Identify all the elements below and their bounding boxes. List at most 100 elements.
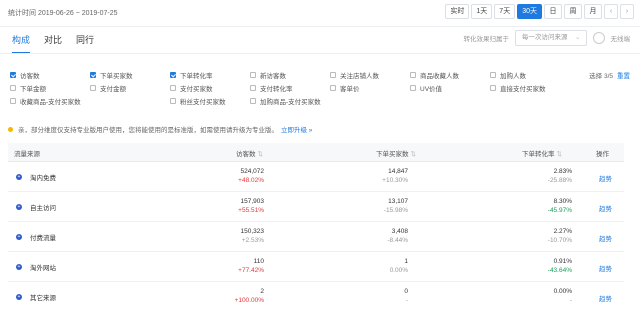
visitors-cell: 110 +77.42%	[238, 258, 264, 274]
reset-link[interactable]: 重置	[617, 73, 630, 80]
table-row: + 付费流量 150,323 +2.53% 3,408 -8.44% 2.27% -10…	[8, 222, 624, 252]
metric-direct-pay-buyers[interactable]: 直接支付买家数	[490, 83, 546, 93]
chevron-right-icon[interactable]: ›	[620, 4, 634, 19]
tab-peers[interactable]: 同行	[76, 33, 94, 54]
range-button-7day[interactable]: 7天	[494, 4, 516, 19]
range-button-1day[interactable]: 1天	[471, 4, 493, 19]
sort-icon: ⇅	[410, 151, 416, 158]
checkbox[interactable]	[410, 85, 416, 91]
checkbox[interactable]	[170, 85, 176, 91]
sort-icon: ⇅	[257, 151, 263, 158]
checkbox[interactable]	[170, 98, 176, 104]
attribution-select[interactable]: 每一次访问来源 ⌄	[515, 30, 587, 46]
expand-plus-icon[interactable]: +	[16, 294, 22, 300]
trend-link[interactable]: 趋势	[599, 233, 612, 243]
attribution-prefix: 转化效果归属于	[463, 36, 510, 43]
metric-order-amount[interactable]: 下单金额	[10, 83, 46, 93]
expand-plus-icon[interactable]: +	[16, 204, 22, 210]
checkbox[interactable]	[10, 72, 16, 78]
range-button-realtime[interactable]: 实时	[445, 4, 470, 19]
metric-pay-buyers[interactable]: 支付买家数	[170, 83, 213, 93]
visitors-cell: 524,072 +48.02%	[238, 168, 264, 184]
range-button-week[interactable]: 周	[564, 4, 582, 19]
warning-dot-icon	[8, 126, 13, 132]
date-range-label: 统计时间 2019-06-26 ~ 2019-07-25	[8, 10, 118, 17]
checkbox[interactable]	[330, 85, 336, 91]
checkbox[interactable]	[10, 98, 16, 104]
conversion-cell: 0.00% -	[553, 288, 572, 304]
metric-cart-pay-buyers[interactable]: 加购商品-支付买家数	[250, 96, 321, 106]
metric-item-favorites[interactable]: 商品收藏人数	[410, 70, 459, 80]
expand-plus-icon[interactable]: +	[16, 234, 22, 240]
range-button-day[interactable]: 日	[544, 4, 562, 19]
source-cell[interactable]: + 自主访问	[16, 202, 56, 212]
visitors-cell: 150,323 +2.53%	[240, 228, 265, 244]
upgrade-link[interactable]: 立即升级 »	[281, 124, 312, 134]
conversion-cell: 0.91% -43.64%	[547, 258, 572, 274]
checkbox[interactable]	[330, 72, 336, 78]
table-row: + 其它来源 2 +100.00% 0- 0.00% - 趋势	[8, 282, 624, 309]
metric-fan-pay-buyers[interactable]: 粉丝支付买家数	[170, 96, 226, 106]
metric-visitors[interactable]: 访客数	[10, 70, 40, 80]
view-tabs: 构成 对比 同行	[12, 33, 94, 54]
metric-order-conversion[interactable]: 下单转化率	[170, 70, 213, 80]
header-conversion[interactable]: 下单转化率 ⇅	[522, 148, 562, 158]
table-row: + 淘内免费 524,072 +48.02% 14,847 +10.30% 2.83%…	[8, 162, 624, 192]
expand-plus-icon[interactable]: +	[16, 174, 22, 180]
trend-link[interactable]: 趋势	[599, 263, 612, 273]
source-cell[interactable]: + 其它来源	[16, 292, 56, 302]
header-action: 操作	[596, 151, 609, 158]
checkbox[interactable]	[10, 85, 16, 91]
source-cell[interactable]: + 付费流量	[16, 232, 56, 242]
chevron-left-icon[interactable]: ‹	[604, 4, 618, 19]
trend-link[interactable]: 趋势	[599, 173, 612, 183]
trend-link[interactable]: 趋势	[599, 203, 612, 213]
metric-row: 收藏商品-支付买家数 粉丝支付买家数 加购商品-支付买家数	[10, 96, 630, 109]
metric-pay-conversion[interactable]: 支付转化率	[250, 83, 293, 93]
metric-pay-amount[interactable]: 支付金额	[90, 83, 126, 93]
metric-add-cart[interactable]: 加购人数	[490, 70, 526, 80]
attribution-select-value: 每一次访问来源	[522, 34, 568, 41]
expand-plus-icon[interactable]: +	[16, 264, 22, 270]
metric-unit-price[interactable]: 客单价	[330, 83, 360, 93]
metric-selector: 访客数 下单买家数 下单转化率 新访客数 关注店铺人数 商品收藏人数 加购人数 …	[10, 70, 630, 109]
checkbox[interactable]	[90, 72, 96, 78]
trend-link[interactable]: 趋势	[599, 293, 612, 303]
metric-shop-follows[interactable]: 关注店铺人数	[330, 70, 379, 80]
metric-order-buyers[interactable]: 下单买家数	[90, 70, 133, 80]
tab-composition[interactable]: 构成	[12, 33, 31, 54]
sort-icon: ⇅	[556, 151, 562, 158]
source-cell[interactable]: + 淘内免费	[16, 172, 56, 182]
table-header: 流量来源 访客数 ⇅ 下单买家数 ⇅ 下单转化率 ⇅ 操作	[8, 143, 624, 162]
tab-compare[interactable]: 对比	[44, 33, 62, 54]
checkbox[interactable]	[250, 72, 256, 78]
header-source: 流量来源	[14, 151, 40, 158]
metric-fav-pay-buyers[interactable]: 收藏商品-支付买家数	[10, 96, 81, 106]
wireless-toggle[interactable]	[592, 32, 605, 44]
checkbox[interactable]	[490, 72, 496, 78]
range-button-month[interactable]: 月	[584, 4, 602, 19]
range-button-30day[interactable]: 30天	[517, 4, 542, 19]
checkbox[interactable]	[170, 72, 176, 78]
metric-row: 下单金额 支付金额 支付买家数 支付转化率 客单价 UV价值 直接支付买家数	[10, 83, 630, 96]
checkbox[interactable]	[410, 72, 416, 78]
table-row: + 淘外网站 110 +77.42% 1 0.00% 0.91% -43.64% 趋势	[8, 252, 624, 282]
chevron-down-icon: ⌄	[575, 34, 581, 41]
tabs-divider	[0, 53, 640, 54]
metric-uv-value[interactable]: UV价值	[410, 83, 442, 93]
header-buyers[interactable]: 下单买家数 ⇅	[376, 148, 416, 158]
date-range-bar: 统计时间 2019-06-26 ~ 2019-07-25 实时 1天 7天 30…	[0, 0, 640, 27]
buyers-cell: 1 0.00%	[389, 258, 408, 274]
attribution-filter: 转化效果归属于 每一次访问来源 ⌄ 无线端	[463, 30, 631, 46]
source-cell[interactable]: + 淘外网站	[16, 262, 56, 272]
header-visitors[interactable]: 访客数 ⇅	[236, 148, 263, 158]
checkbox[interactable]	[250, 85, 256, 91]
wireless-toggle-label: 无线端	[610, 36, 631, 43]
checkbox[interactable]	[90, 85, 96, 91]
traffic-table: 流量来源 访客数 ⇅ 下单买家数 ⇅ 下单转化率 ⇅ 操作 + 淘内免费 524,072…	[8, 143, 624, 309]
table-row: + 自主访问 157,903 +55.51% 13,107 -15.98% 8.30%…	[8, 192, 624, 222]
metric-new-visitors[interactable]: 新访客数	[250, 70, 286, 80]
buyers-cell: 13,107 -15.98%	[383, 198, 408, 214]
checkbox[interactable]	[250, 98, 256, 104]
checkbox[interactable]	[490, 85, 496, 91]
